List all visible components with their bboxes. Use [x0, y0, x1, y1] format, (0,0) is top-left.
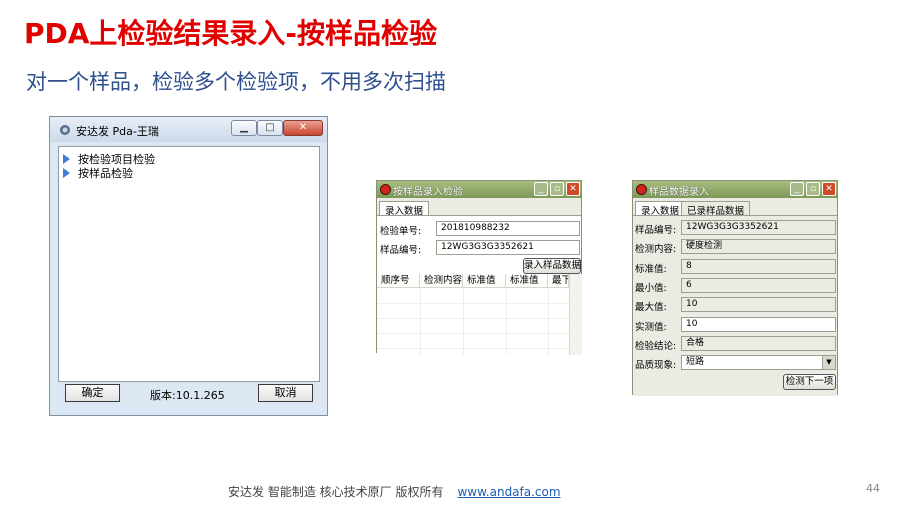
tab-entry[interactable]: 录入数据	[635, 201, 686, 217]
app-icon	[60, 125, 70, 135]
grid-header: 标准值	[463, 274, 506, 288]
grid-line	[377, 318, 569, 319]
maximize-button[interactable]: ▫	[806, 182, 820, 196]
grid-header: 标准值	[506, 274, 548, 288]
next-item-button[interactable]: 检测下一项	[783, 374, 836, 390]
field-label: 样品编号:	[635, 225, 677, 236]
defect-select[interactable]: 短路 ▼	[681, 355, 836, 370]
maximize-icon: ▫	[553, 184, 561, 194]
grid-line	[377, 348, 569, 349]
grid-line	[463, 288, 464, 355]
standard-value-field: 8	[681, 259, 836, 274]
field-label: 实测值:	[635, 322, 667, 333]
vertical-scrollbar[interactable]	[569, 274, 582, 355]
pda-main-window: 安达发 Pda-王瑞 ▁ □ ✕ 按检验项目检验 按样品检验 确定 版本:10.…	[49, 116, 328, 416]
inspection-grid: 顺序号 检测内容 标准值 标准值 最下	[377, 274, 582, 355]
grid-header: 最下	[548, 274, 569, 288]
min-value-field: 6	[681, 278, 836, 293]
test-content-field: 硬度检测	[681, 239, 836, 254]
grid-header: 顺序号	[377, 274, 420, 288]
field-label: 最小值:	[635, 283, 667, 294]
field-label: 最大值:	[635, 302, 667, 313]
window-title: 样品数据录入	[649, 187, 709, 198]
sample-data-window: 样品数据录入 _ ▫ ✕ 录入数据 已录样品数据 样品编号: 12WG3G3G3…	[632, 180, 838, 396]
grid-line	[377, 303, 569, 304]
minimize-button[interactable]: _	[534, 182, 548, 196]
version-label: 版本:10.1.265	[150, 389, 225, 402]
defect-label: 品质现象:	[635, 360, 677, 371]
minimize-icon: _	[538, 184, 544, 194]
title-bar[interactable]: 按样品录入检验 _ ▫ ✕	[377, 181, 581, 198]
ok-button[interactable]: 确定	[65, 384, 120, 402]
sample-no-field[interactable]: 12WG3G3G3352621	[436, 240, 580, 255]
maximize-icon: □	[265, 122, 275, 133]
expand-triangle-icon	[63, 168, 70, 178]
grid-line	[506, 288, 507, 355]
window-title: 安达发 Pda-王瑞	[76, 125, 159, 138]
footer: 安达发 智能制造 核心技术原厂 版权所有 www.andafa.com	[228, 483, 561, 500]
title-bar[interactable]: 安达发 Pda-王瑞 ▁ □ ✕	[50, 117, 327, 142]
tree-item-label: 按样品检验	[78, 167, 133, 180]
grid-header: 检测内容	[420, 274, 463, 288]
tab-entered-data[interactable]: 已录样品数据	[681, 201, 751, 217]
inspection-no-label: 检验单号:	[380, 226, 422, 237]
app-icon	[380, 184, 391, 195]
slide-subtitle: 对一个样品，检验多个检验项，不用多次扫描	[26, 70, 446, 94]
grid-line	[420, 288, 421, 355]
tree-item-by-sample[interactable]: 按样品检验	[63, 165, 133, 181]
tab-entry[interactable]: 录入数据	[379, 201, 430, 217]
sample-entry-window: 按样品录入检验 _ ▫ ✕ 录入数据 检验单号: 201810988232 样品…	[376, 180, 582, 355]
footer-text: 安达发 智能制造 核心技术原厂 版权所有	[228, 485, 444, 499]
field-label: 检测内容:	[635, 244, 677, 255]
data-panel: 样品编号: 12WG3G3G3352621 检测内容: 硬度检测 标准值: 8 …	[633, 215, 837, 396]
grid-line	[548, 288, 549, 355]
app-icon	[636, 184, 647, 195]
function-tree: 按检验项目检验 按样品检验	[58, 146, 320, 382]
footer-link[interactable]: www.andafa.com	[457, 485, 560, 499]
maximize-button[interactable]: ▫	[550, 182, 564, 196]
expand-triangle-icon	[63, 154, 70, 164]
slide-title: PDA上检验结果录入-按样品检验	[24, 17, 438, 50]
minimize-icon: _	[794, 184, 800, 194]
inspection-no-field[interactable]: 201810988232	[436, 221, 580, 236]
max-value-field: 10	[681, 297, 836, 312]
maximize-icon: ▫	[809, 184, 817, 194]
field-label: 标准值:	[635, 264, 667, 275]
maximize-button[interactable]: □	[257, 120, 283, 136]
conclusion-field: 合格	[681, 336, 836, 351]
close-button[interactable]: ✕	[566, 182, 580, 196]
defect-value: 短路	[686, 357, 705, 367]
field-label: 检验结论:	[635, 341, 677, 352]
minimize-button[interactable]: _	[790, 182, 804, 196]
enter-sample-data-button[interactable]: 录入样品数据	[523, 258, 581, 274]
close-button[interactable]: ✕	[822, 182, 836, 196]
grid-line	[377, 333, 569, 334]
window-title: 按样品录入检验	[393, 187, 463, 198]
close-icon: ✕	[569, 184, 577, 194]
dropdown-arrow-icon[interactable]: ▼	[822, 356, 835, 369]
close-button[interactable]: ✕	[283, 120, 323, 136]
minimize-icon: ▁	[240, 122, 248, 133]
close-icon: ✕	[825, 184, 833, 194]
measured-value-input[interactable]: 10	[681, 317, 836, 332]
cancel-button[interactable]: 取消	[258, 384, 313, 402]
sample-no-label: 样品编号:	[380, 245, 422, 256]
page-number: 44	[866, 482, 880, 495]
sample-no-field: 12WG3G3G3352621	[681, 220, 836, 235]
close-icon: ✕	[298, 122, 308, 133]
minimize-button[interactable]: ▁	[231, 120, 257, 136]
title-bar[interactable]: 样品数据录入 _ ▫ ✕	[633, 181, 837, 198]
